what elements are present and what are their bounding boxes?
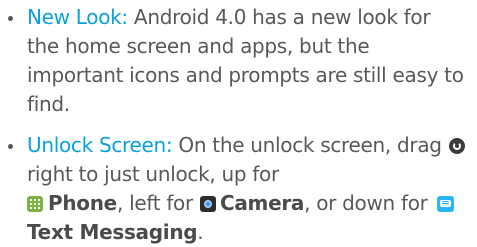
app-name-phone: Phone <box>48 191 117 215</box>
term-new-look: New Look: <box>27 5 128 29</box>
bullet-icon <box>8 144 13 149</box>
app-name-text-messaging: Text Messaging <box>27 220 198 244</box>
description-part: , or down for <box>304 191 434 215</box>
feature-list: New Look: Android 4.0 has a new look for… <box>0 0 477 247</box>
description-part: right to just unlock, up for <box>27 162 279 186</box>
text-message-icon <box>436 196 454 212</box>
lock-ring-icon <box>448 138 465 154</box>
camera-icon <box>199 196 216 212</box>
app-name-camera: Camera <box>219 191 305 215</box>
term-unlock-screen: Unlock Screen: <box>27 133 173 157</box>
description-part: , left for <box>116 191 199 215</box>
bullet-icon <box>8 16 13 21</box>
phone-dialpad-icon <box>27 196 43 212</box>
description-part: . <box>197 220 204 244</box>
description-part: On the unlock screen, drag <box>172 133 448 157</box>
list-item-unlock-screen: Unlock Screen: On the unlock screen, dra… <box>0 131 467 247</box>
list-item-new-look: New Look: Android 4.0 has a new look for… <box>0 3 467 119</box>
